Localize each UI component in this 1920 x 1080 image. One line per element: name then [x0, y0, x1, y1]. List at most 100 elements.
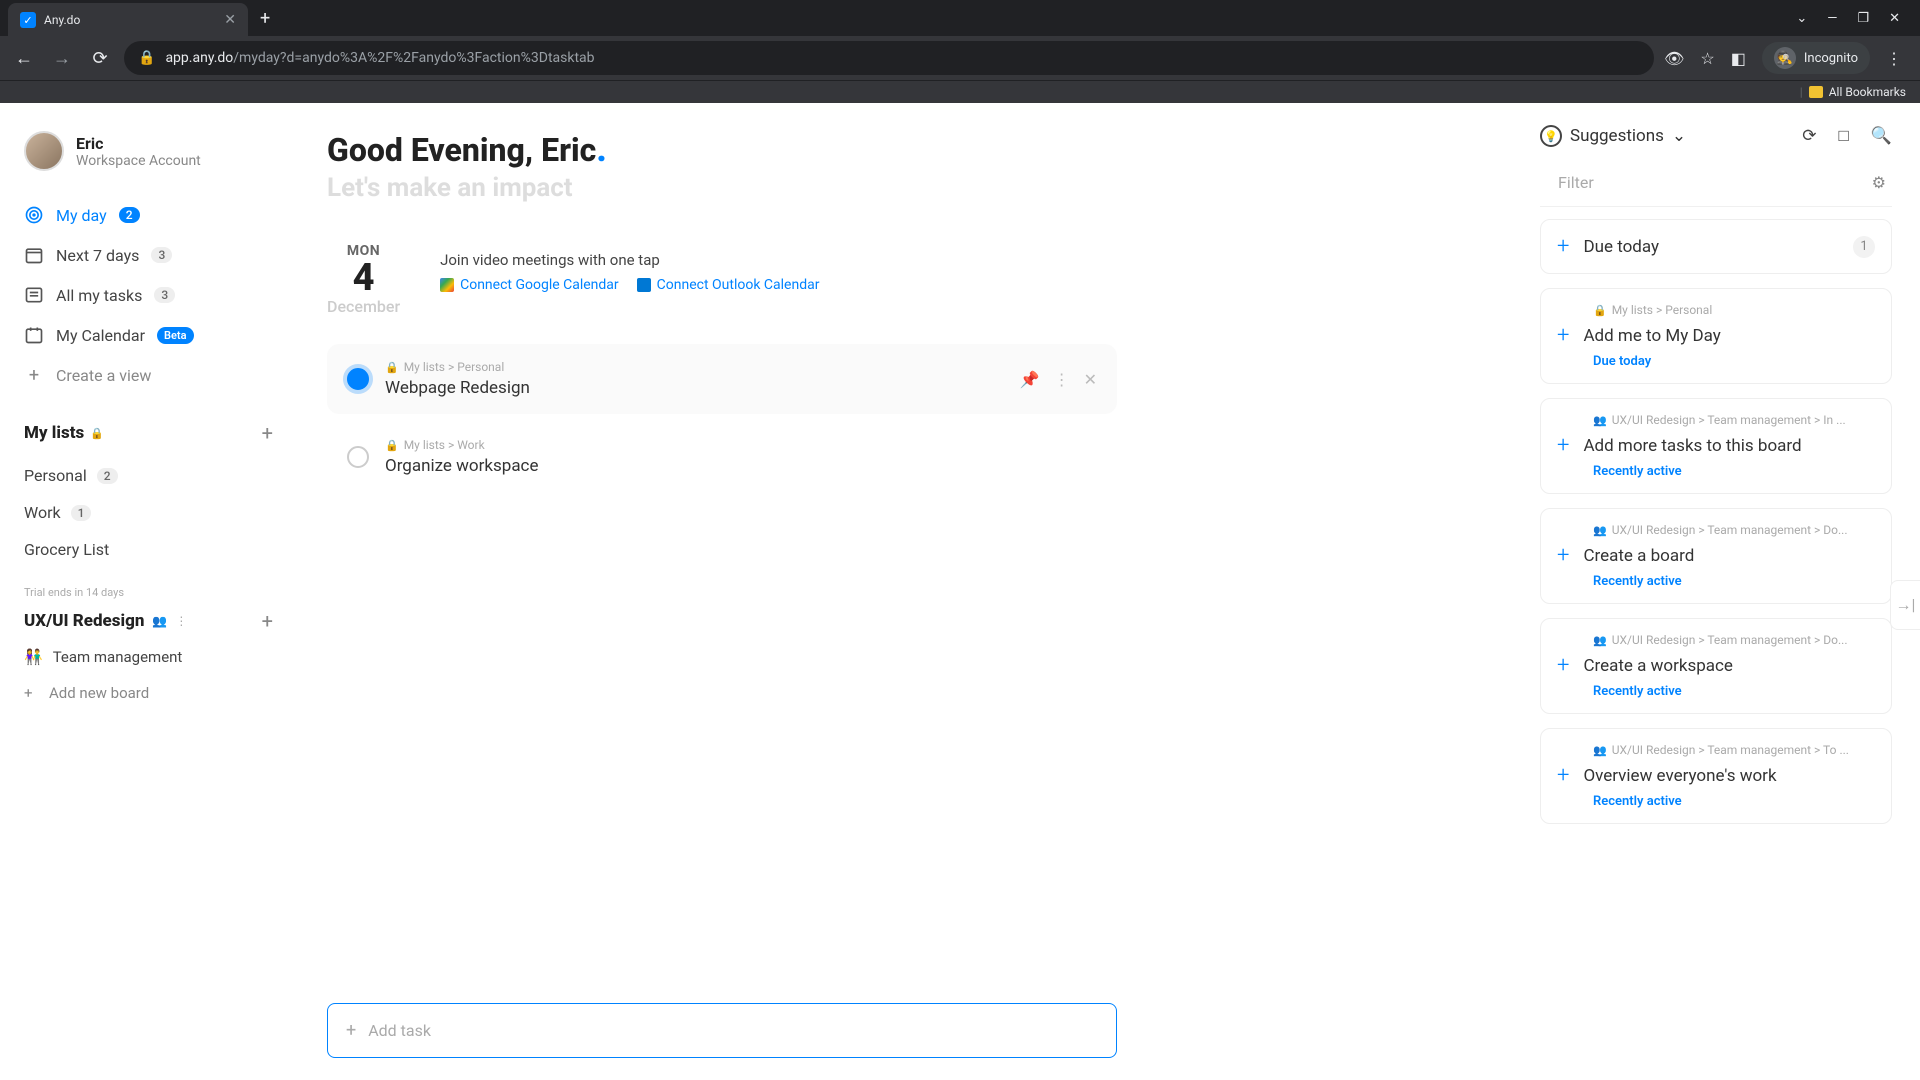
suggestion-path: 👥 UX/UI Redesign > Team management > In .…: [1557, 413, 1875, 427]
outlook-calendar-icon: [637, 278, 651, 292]
close-icon[interactable]: ✕: [1084, 370, 1097, 389]
suggestions-label: Suggestions: [1570, 126, 1664, 146]
browser-chrome: ✓ Any.do ✕ + ⌄ — ❐ ✕ ← → ⟳ 🔒 app.any.do/…: [0, 0, 1920, 103]
add-icon[interactable]: +: [1557, 323, 1569, 348]
suggestions-dropdown[interactable]: 💡 Suggestions ⌄: [1540, 125, 1686, 147]
username: Eric: [76, 134, 201, 153]
meetings-column: Join video meetings with one tap Connect…: [440, 243, 819, 316]
collapse-panel-button[interactable]: →|: [1890, 580, 1920, 630]
create-view-button[interactable]: + Create a view: [12, 355, 285, 395]
calendar-links: Connect Google Calendar Connect Outlook …: [440, 277, 819, 293]
panel-header: 💡 Suggestions ⌄ ⟳ □ 🔍: [1540, 125, 1892, 147]
square-icon[interactable]: □: [1839, 126, 1849, 146]
add-icon[interactable]: +: [1557, 763, 1569, 788]
nav-next-7-days[interactable]: Next 7 days 3: [12, 235, 285, 275]
close-window-icon[interactable]: ✕: [1889, 11, 1900, 26]
minimize-icon[interactable]: —: [1827, 11, 1837, 26]
account-type: Workspace Account: [76, 153, 201, 169]
address-bar[interactable]: 🔒 app.any.do/myday?d=anydo%3A%2F%2Fanydo…: [124, 41, 1654, 75]
search-icon[interactable]: 🔍: [1871, 126, 1892, 146]
plus-icon: +: [346, 1020, 356, 1041]
suggestion-card[interactable]: 👥UX/UI Redesign > Team management > Do..…: [1540, 618, 1892, 714]
add-icon[interactable]: +: [1557, 543, 1569, 568]
path-text: UX/UI Redesign > Team management > To ..…: [1612, 743, 1849, 757]
section-title: My lists: [24, 423, 84, 443]
list-personal[interactable]: Personal 2: [12, 457, 285, 494]
task-checkbox[interactable]: [347, 368, 369, 390]
star-icon[interactable]: ☆: [1700, 49, 1714, 68]
more-icon[interactable]: ⋮: [175, 614, 187, 628]
add-board-button[interactable]: + Add new board: [12, 675, 285, 711]
incognito-badge[interactable]: 🕵 Incognito: [1762, 42, 1870, 74]
extensions-icon[interactable]: ◧: [1731, 49, 1746, 68]
workspace-name: UX/UI Redesign: [24, 611, 144, 631]
add-icon[interactable]: +: [1557, 653, 1569, 678]
nav-my-calendar[interactable]: My Calendar Beta: [12, 315, 285, 355]
reload-button[interactable]: ⟳: [86, 48, 114, 69]
connect-outlook-calendar[interactable]: Connect Outlook Calendar: [637, 277, 820, 293]
suggestion-title: Add me to My Day: [1583, 326, 1875, 346]
task-path: 🔒My lists > Work: [385, 438, 1097, 452]
target-icon: [24, 205, 44, 225]
add-task-input[interactable]: + Add task: [327, 1003, 1117, 1058]
browser-tab[interactable]: ✓ Any.do ✕: [8, 3, 248, 37]
link-label: Connect Outlook Calendar: [657, 277, 820, 293]
forward-button[interactable]: →: [48, 48, 76, 69]
suggestion-card[interactable]: 👥UX/UI Redesign > Team management > Do..…: [1540, 508, 1892, 604]
favicon-icon: ✓: [20, 12, 36, 28]
board-team-management[interactable]: 👫 Team management: [12, 639, 285, 675]
pin-icon[interactable]: 📌: [1020, 370, 1040, 389]
window-controls: ⌄ — ❐ ✕: [1796, 11, 1912, 26]
count-badge: 3: [151, 247, 172, 263]
month: December: [327, 297, 400, 316]
filter-settings-icon[interactable]: ⚙: [1872, 173, 1886, 192]
add-workspace-item-button[interactable]: +: [262, 609, 273, 633]
list-work[interactable]: Work 1: [12, 494, 285, 531]
list-label: Work: [24, 503, 61, 522]
people-icon: 👥: [1593, 414, 1607, 427]
filter-row[interactable]: Filter ⚙: [1540, 165, 1892, 207]
suggestion-card[interactable]: 👥 UX/UI Redesign > Team management > In .…: [1540, 398, 1892, 494]
path-text: My lists > Personal: [404, 360, 505, 374]
maximize-icon[interactable]: ❐: [1857, 11, 1869, 26]
suggestion-card[interactable]: 🔒My lists > Personal +Add me to My Day D…: [1540, 288, 1892, 384]
back-button[interactable]: ←: [10, 48, 38, 69]
task-body: 🔒My lists > Personal Webpage Redesign: [385, 360, 1004, 398]
suggestion-card[interactable]: 👥UX/UI Redesign > Team management > To .…: [1540, 728, 1892, 824]
refresh-icon[interactable]: ⟳: [1802, 126, 1816, 146]
path-text: My lists > Personal: [1612, 303, 1713, 317]
add-list-button[interactable]: +: [262, 421, 273, 445]
add-icon[interactable]: +: [1557, 234, 1569, 259]
folder-icon: [1809, 86, 1823, 98]
nav-my-day[interactable]: My day 2: [12, 195, 285, 235]
due-today-card[interactable]: + Due today 1: [1540, 219, 1892, 274]
greeting-text: Good Evening, Eric: [327, 131, 596, 169]
task-checkbox[interactable]: [347, 446, 369, 468]
nav-all-tasks[interactable]: All my tasks 3: [12, 275, 285, 315]
workspace-header[interactable]: UX/UI Redesign 👥 ⋮ +: [12, 603, 285, 639]
menu-icon[interactable]: ⋮: [1886, 49, 1902, 68]
calendar-icon: [24, 325, 44, 345]
people-emoji-icon: 👫: [24, 648, 43, 666]
task-card[interactable]: 🔒My lists > Work Organize workspace: [327, 422, 1117, 492]
more-icon[interactable]: ⋮: [1054, 370, 1070, 389]
all-bookmarks-button[interactable]: All Bookmarks: [1829, 85, 1906, 99]
eye-off-icon[interactable]: 👁: [1664, 49, 1684, 68]
task-card[interactable]: 🔒My lists > Personal Webpage Redesign 📌 …: [327, 344, 1117, 414]
new-tab-button[interactable]: +: [260, 8, 270, 29]
profile-section[interactable]: Eric Workspace Account: [12, 123, 285, 179]
suggestion-title: Create a board: [1583, 546, 1875, 566]
suggestion-path: 🔒My lists > Personal: [1557, 303, 1875, 317]
list-grocery[interactable]: Grocery List: [12, 531, 285, 568]
connect-google-calendar[interactable]: Connect Google Calendar: [440, 277, 619, 293]
day-number: 4: [327, 259, 400, 297]
path-text: UX/UI Redesign > Team management > In ..…: [1612, 413, 1846, 427]
meetings-prompt: Join video meetings with one tap: [440, 243, 819, 269]
add-icon[interactable]: +: [1557, 433, 1569, 458]
path-text: UX/UI Redesign > Team management > Do...: [1612, 523, 1848, 537]
close-tab-icon[interactable]: ✕: [224, 12, 236, 28]
chevron-down-icon[interactable]: ⌄: [1796, 11, 1807, 26]
browser-toolbar: ← → ⟳ 🔒 app.any.do/myday?d=anydo%3A%2F%2…: [0, 36, 1920, 80]
suggestion-meta: Recently active: [1557, 574, 1875, 589]
suggestion-title: Overview everyone's work: [1583, 766, 1875, 786]
